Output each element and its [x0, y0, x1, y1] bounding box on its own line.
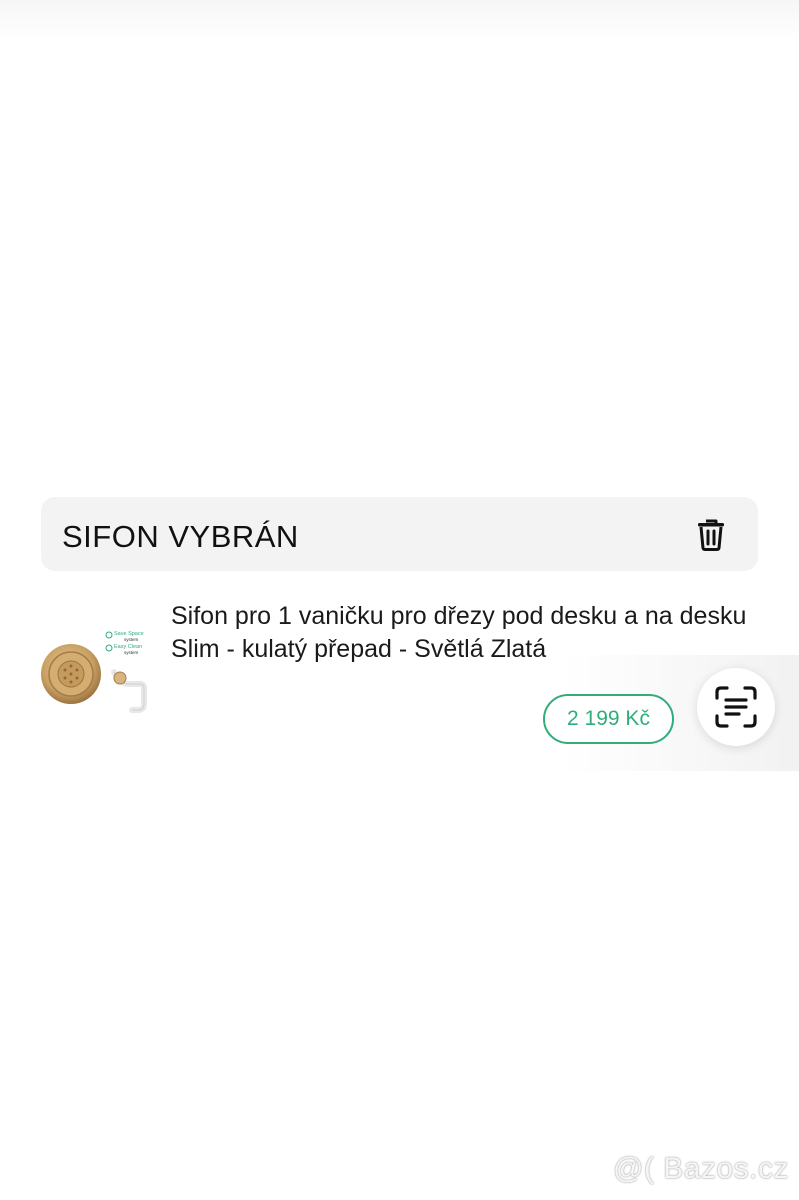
text-scan-icon [715, 686, 757, 728]
section-title: SIFON VYBRÁN [62, 519, 299, 554]
product-thumbnail[interactable]: Save Space system Easy Clean system [40, 626, 152, 714]
delete-button[interactable] [694, 517, 728, 551]
trash-icon [698, 519, 724, 551]
top-shadow [0, 0, 799, 40]
price-badge[interactable]: 2 199 Kč [543, 694, 674, 744]
sink-drain-image: Save Space system Easy Clean system [41, 628, 150, 713]
text-scan-button[interactable] [697, 668, 775, 746]
svg-text:system: system [124, 650, 139, 655]
selected-section-header: SIFON VYBRÁN [41, 497, 758, 571]
watermark: @( Bazos.cz [613, 1152, 789, 1185]
svg-text:system: system [124, 637, 139, 642]
product-title[interactable]: Sifon pro 1 vaničku pro dřezy pod desku … [171, 600, 761, 666]
